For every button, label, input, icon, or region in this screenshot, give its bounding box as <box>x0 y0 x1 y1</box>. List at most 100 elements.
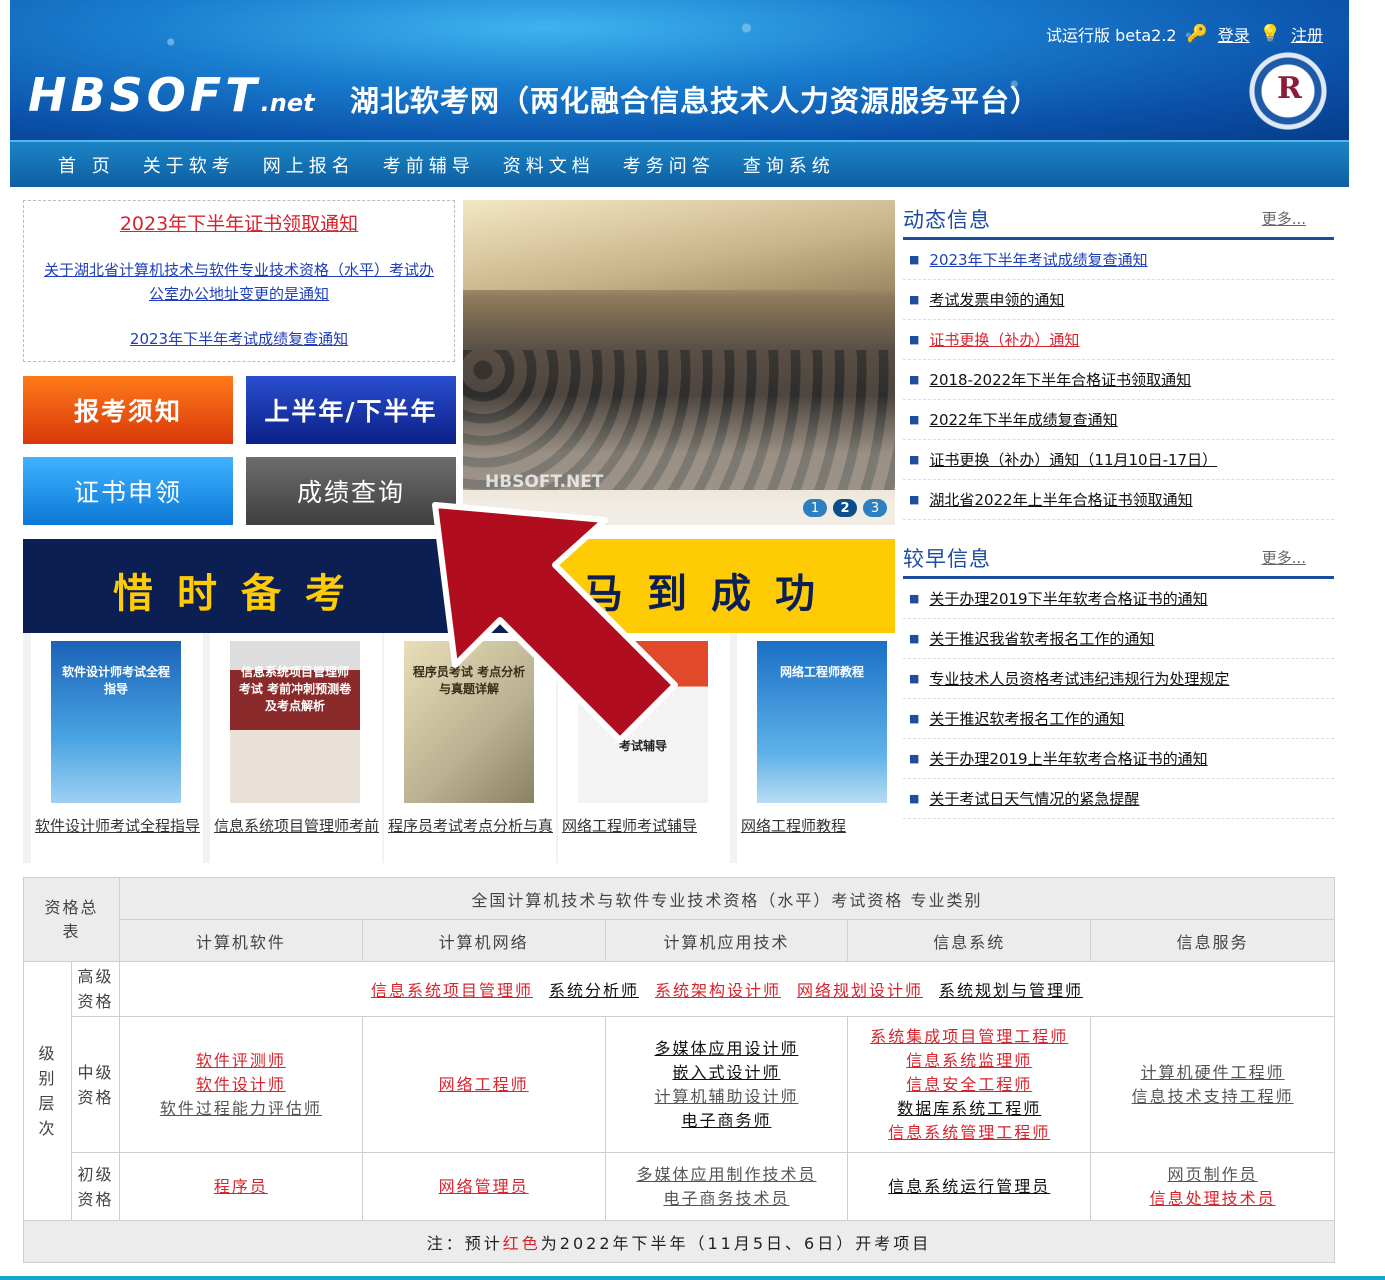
news-item[interactable]: ■ 专业技术人员资格考试违纪违规行为处理规定 <box>903 659 1334 699</box>
book-cover[interactable]: 程序员考试 考点分析与真题详解 <box>404 641 534 803</box>
news-link[interactable]: 关于考试日天气情况的紧急提醒 <box>929 788 1139 809</box>
book-title-link[interactable]: 信息系统项目管理师考前冲刺预测卷 <box>214 815 379 836</box>
qualification-link[interactable]: 计算机辅助设计师 <box>606 1085 848 1109</box>
exam-guide-button[interactable]: 报考须知 <box>23 376 233 444</box>
qualification-link[interactable]: 系统集成项目管理工程师 <box>848 1025 1090 1049</box>
news-item[interactable]: ■ 2023年下半年考试成绩复查通知 <box>903 240 1334 280</box>
book-cover[interactable]: 考试辅导 <box>578 641 708 803</box>
notice-link-certificate[interactable]: 2023年下半年证书领取通知 <box>24 209 454 236</box>
logo-text: HBSOFT <box>28 68 261 122</box>
qualification-link[interactable]: 信息系统项目管理师 <box>371 981 533 1000</box>
qualification-link[interactable]: 数据库系统工程师 <box>848 1097 1090 1121</box>
qualification-link[interactable]: 信息系统运行管理员 <box>848 1175 1090 1199</box>
qualification-cell: 计算机硬件工程师 信息技术支持工程师 <box>1090 1016 1335 1153</box>
news-item[interactable]: ■ 关于推迟软考报名工作的通知 <box>903 699 1334 739</box>
news-item[interactable]: ■ 2018-2022年下半年合格证书领取通知 <box>903 360 1334 400</box>
qualification-link[interactable]: 多媒体应用制作技术员 <box>606 1163 848 1187</box>
news-link[interactable]: 证书更换（补办）通知 <box>929 329 1079 350</box>
news-link[interactable]: 专业技术人员资格考试违纪违规行为处理规定 <box>929 668 1229 689</box>
score-query-button[interactable]: 成绩查询 <box>246 457 456 525</box>
slider-dot-2[interactable]: 2 <box>833 499 857 517</box>
news-item[interactable]: ■ 关于推迟我省软考报名工作的通知 <box>903 619 1334 659</box>
photo-slider[interactable]: HBSOFT.NET 1 2 3 <box>463 200 895 525</box>
news-link[interactable]: 2022年下半年成绩复查通知 <box>929 409 1117 430</box>
certificate-apply-button[interactable]: 证书申领 <box>23 457 233 525</box>
book-item[interactable]: 网络工程师教程 网络工程师教程 <box>737 633 909 863</box>
site-logo[interactable]: HBSOFT.net <box>28 68 315 122</box>
qualification-link[interactable]: 嵌入式设计师 <box>606 1061 848 1085</box>
qualification-link[interactable]: 多媒体应用设计师 <box>606 1037 848 1061</box>
nav-online-register[interactable]: 网上报名 <box>263 152 355 178</box>
news-link[interactable]: 关于推迟我省软考报名工作的通知 <box>929 628 1154 649</box>
qualification-link[interactable]: 电子商务技术员 <box>606 1187 848 1211</box>
news-item[interactable]: ■ 考试发票申领的通知 <box>903 280 1334 320</box>
news-link[interactable]: 证书更换（补办）通知（11月10日-17日） <box>929 449 1217 470</box>
bullet-icon: ■ <box>909 413 920 426</box>
book-cover[interactable]: 信息系统项目管理师考试 考前冲刺预测卷及考点解析 <box>230 641 360 803</box>
qualification-link[interactable]: 系统规划与管理师 <box>939 981 1083 1000</box>
middle-level-label: 中级资格 <box>70 1016 120 1153</box>
login-link[interactable]: 登录 <box>1218 22 1250 46</box>
nav-query[interactable]: 查询系统 <box>743 152 835 178</box>
news-link[interactable]: 考试发票申领的通知 <box>929 289 1064 310</box>
qualification-link[interactable]: 系统架构设计师 <box>655 981 781 1000</box>
qualification-link[interactable]: 网页制作员 <box>1091 1163 1334 1187</box>
bullet-icon: ■ <box>909 253 920 266</box>
news-link[interactable]: 关于办理2019下半年软考合格证书的通知 <box>929 588 1207 609</box>
book-item[interactable]: 软件设计师考试全程指导 软件设计师考试全程指导 <box>31 633 203 863</box>
news-link[interactable]: 湖北省2022年上半年合格证书领取通知 <box>929 489 1192 510</box>
book-title-link[interactable]: 程序员考试考点分析与真题详解 <box>388 815 553 836</box>
nav-faq[interactable]: 考务问答 <box>623 152 715 178</box>
news-item[interactable]: ■ 关于考试日天气情况的紧急提醒 <box>903 779 1334 819</box>
qualification-link[interactable]: 信息技术支持工程师 <box>1091 1085 1334 1109</box>
book-item[interactable]: 信息系统项目管理师考试 考前冲刺预测卷及考点解析 信息系统项目管理师考前冲刺预测… <box>210 633 382 863</box>
news-item[interactable]: ■ 关于办理2019下半年软考合格证书的通知 <box>903 579 1334 619</box>
qualification-link[interactable]: 网络管理员 <box>363 1175 605 1199</box>
news-link[interactable]: 关于推迟软考报名工作的通知 <box>929 708 1124 729</box>
news-item[interactable]: ■ 2022年下半年成绩复查通知 <box>903 400 1334 440</box>
qualification-link[interactable]: 计算机硬件工程师 <box>1091 1061 1334 1085</box>
register-link[interactable]: 注册 <box>1291 22 1323 46</box>
slider-dot-1[interactable]: 1 <box>803 499 827 517</box>
qualification-link[interactable]: 系统分析师 <box>549 981 639 1000</box>
book-cover-text: 考试辅导 <box>618 739 667 753</box>
notice-link-address-change[interactable]: 关于湖北省计算机技术与软件专业技术资格（水平）考试办公室办公地址变更的是通知 <box>42 258 436 306</box>
nav-documents[interactable]: 资料文档 <box>503 152 595 178</box>
book-title-link[interactable]: 网络工程师教程 <box>741 815 906 836</box>
book-title-link[interactable]: 软件设计师考试全程指导 <box>35 815 200 836</box>
qualification-link[interactable]: 软件过程能力评估师 <box>120 1097 362 1121</box>
nav-about[interactable]: 关于软考 <box>143 152 235 178</box>
qualification-link[interactable]: 信息系统监理师 <box>848 1049 1090 1073</box>
qualification-link[interactable]: 信息系统管理工程师 <box>848 1121 1090 1145</box>
qualification-link[interactable]: 程序员 <box>120 1175 362 1199</box>
qualification-link[interactable]: 信息处理技术员 <box>1091 1187 1334 1211</box>
news-link[interactable]: 2018-2022年下半年合格证书领取通知 <box>929 369 1191 390</box>
book-item[interactable]: 考试辅导 网络工程师考试辅导 <box>558 633 730 863</box>
exam-emblem-icon <box>1249 52 1327 130</box>
half-year-button[interactable]: 上半年/下半年 <box>246 376 456 444</box>
notice-link-score-review[interactable]: 2023年下半年考试成绩复查通知 <box>24 328 454 349</box>
qualification-link[interactable]: 网络工程师 <box>363 1073 605 1097</box>
news-item[interactable]: ■ 证书更换（补办）通知（11月10日-17日） <box>903 440 1334 480</box>
qualification-link[interactable]: 软件评测师 <box>120 1049 362 1073</box>
book-item[interactable]: 程序员考试 考点分析与真题详解 程序员考试考点分析与真题详解 <box>384 633 556 863</box>
news-item[interactable]: ■ 关于办理2019上半年软考合格证书的通知 <box>903 739 1334 779</box>
early-news-more-link[interactable]: 更多... <box>1262 547 1306 568</box>
slider-dot-3[interactable]: 3 <box>863 499 887 517</box>
qualification-link[interactable]: 软件设计师 <box>120 1073 362 1097</box>
book-title-link[interactable]: 网络工程师考试辅导 <box>562 815 727 836</box>
nav-home[interactable]: 首 页 <box>58 152 115 178</box>
dynamic-news-more-link[interactable]: 更多... <box>1262 208 1306 229</box>
dynamic-news-title: 动态信息 <box>903 208 991 232</box>
news-link[interactable]: 2023年下半年考试成绩复查通知 <box>929 249 1147 270</box>
nav-tutoring[interactable]: 考前辅导 <box>383 152 475 178</box>
qualification-link[interactable]: 网络规划设计师 <box>797 981 923 1000</box>
qualification-link[interactable]: 电子商务师 <box>606 1109 848 1133</box>
bottom-divider <box>0 1276 1385 1280</box>
news-item[interactable]: ■ 证书更换（补办）通知 <box>903 320 1334 360</box>
news-item[interactable]: ■ 湖北省2022年上半年合格证书领取通知 <box>903 480 1334 520</box>
book-cover[interactable]: 软件设计师考试全程指导 <box>51 641 181 803</box>
book-cover[interactable]: 网络工程师教程 <box>757 641 887 803</box>
qualification-link[interactable]: 信息安全工程师 <box>848 1073 1090 1097</box>
news-link[interactable]: 关于办理2019上半年软考合格证书的通知 <box>929 748 1207 769</box>
